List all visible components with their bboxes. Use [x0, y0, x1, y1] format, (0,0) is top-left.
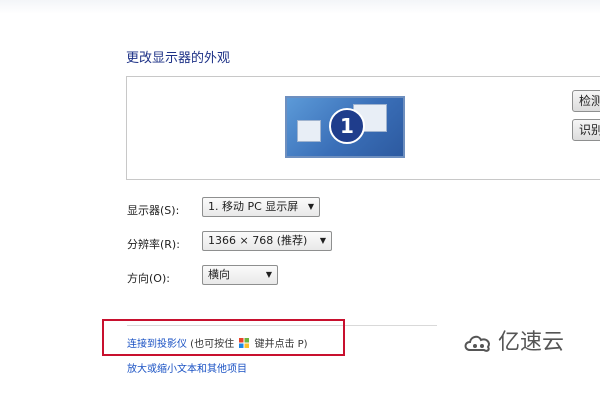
highlight-annotation-box [102, 319, 345, 356]
orientation-select-value: 横向 [208, 268, 230, 281]
chevron-down-icon: ▼ [319, 236, 326, 245]
monitor-window-graphic [297, 120, 321, 142]
chevron-down-icon: ▼ [307, 202, 314, 211]
display-select-value: 1. 移动 PC 显示屏 [208, 200, 299, 213]
text-size-link[interactable]: 放大或缩小文本和其他项目 [127, 360, 247, 375]
page-title: 更改显示器的外观 [126, 51, 231, 66]
resolution-select[interactable]: 1366 × 768 (推荐) ▼ [202, 231, 332, 251]
orientation-label: 方向(O): [127, 272, 170, 285]
monitor-number-badge: 1 [329, 108, 365, 144]
cloud-logo-icon [464, 335, 490, 352]
watermark-text: 亿速云 [498, 330, 565, 355]
chevron-down-icon: ▼ [265, 270, 272, 279]
display-settings-window: 更改显示器的外观 1 检测 识别 显示器(S): 1. 移动 PC 显示屏 ▼ … [0, 0, 600, 400]
detect-button[interactable]: 检测 [572, 90, 600, 112]
display-label: 显示器(S): [127, 204, 180, 217]
resolution-select-value: 1366 × 768 (推荐) [208, 234, 308, 247]
resolution-label: 分辨率(R): [127, 238, 180, 251]
monitor-1-thumbnail[interactable]: 1 [285, 96, 405, 158]
orientation-select[interactable]: 横向 ▼ [202, 265, 278, 285]
identify-button[interactable]: 识别 [572, 119, 600, 141]
display-select[interactable]: 1. 移动 PC 显示屏 ▼ [202, 197, 320, 217]
window-top-strip [0, 0, 600, 14]
